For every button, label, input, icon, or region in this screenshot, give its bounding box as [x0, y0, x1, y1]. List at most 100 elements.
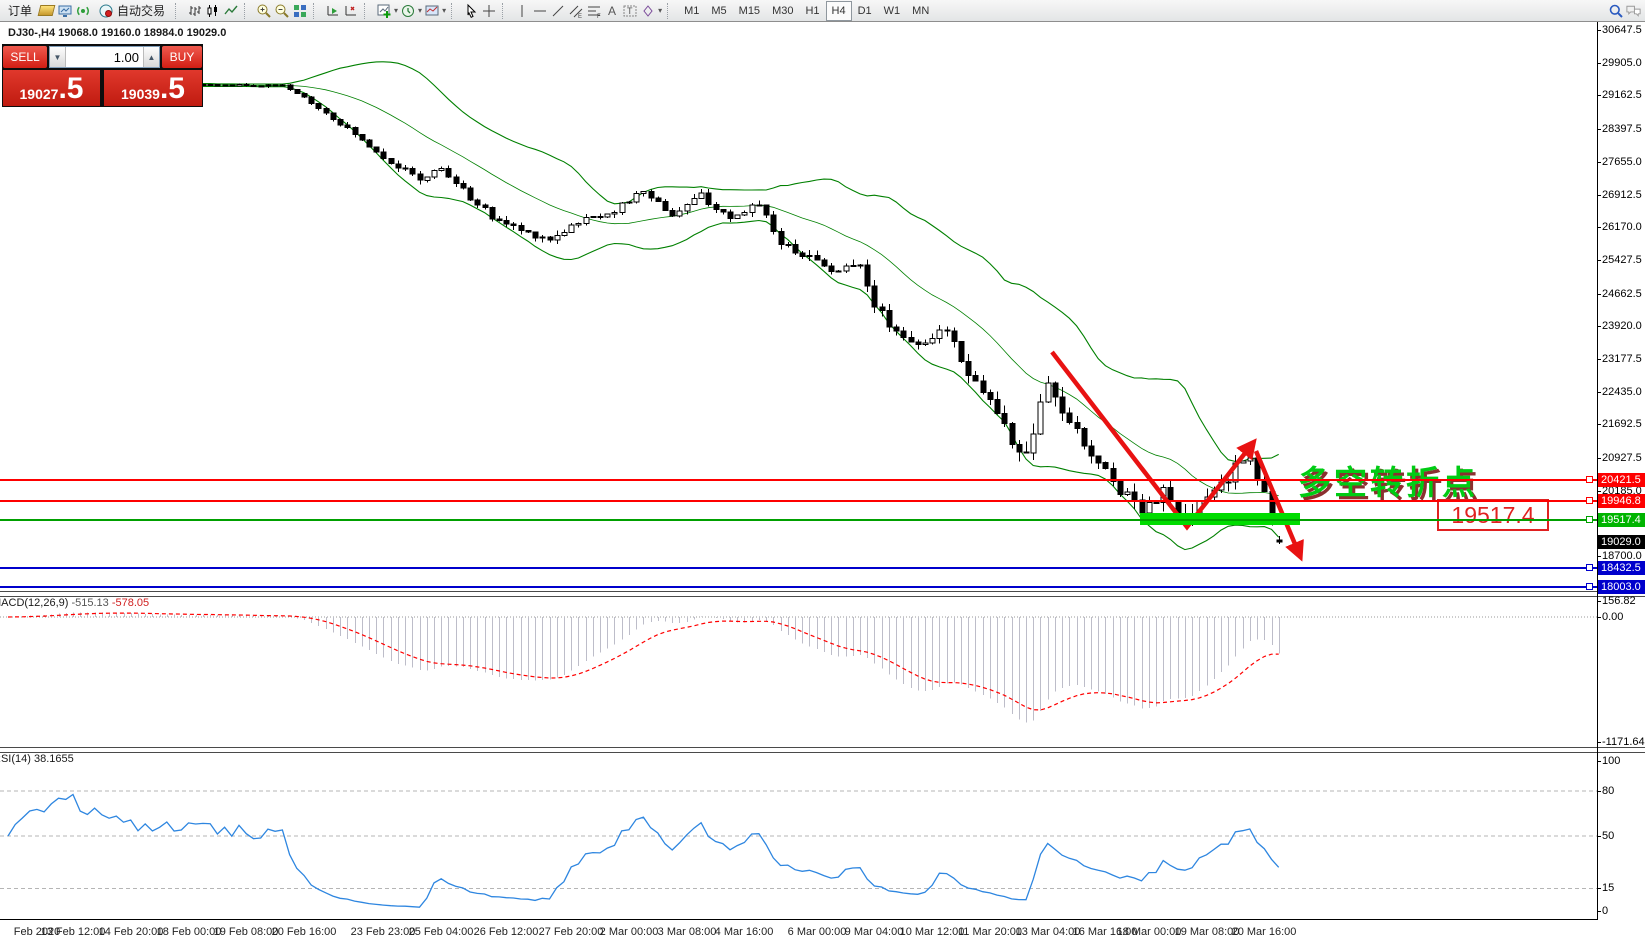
rsi-axis-label: 15: [1602, 882, 1614, 894]
text-icon[interactable]: A: [603, 2, 620, 19]
main-chart[interactable]: [0, 22, 1597, 591]
price-tag-19029.0[interactable]: 19029.0: [1598, 535, 1645, 549]
arrows-icon[interactable]: [639, 2, 656, 19]
horizontal-line-19946.8[interactable]: [0, 500, 1597, 502]
bollinger-bands: [8, 62, 1279, 550]
axis-tick-dash: [1597, 129, 1601, 130]
auto-scroll-icon[interactable]: [324, 2, 341, 19]
rsi-panel[interactable]: [0, 751, 1597, 919]
price-tag-18003.0[interactable]: 18003.0: [1598, 580, 1645, 594]
rsi-axis-label: 100: [1602, 755, 1620, 767]
volume-value[interactable]: 1.00: [66, 47, 143, 67]
sell-button[interactable]: SELL: [3, 46, 47, 68]
axis-tick-label: 30647.5: [1602, 24, 1642, 36]
time-label: 3 Mar 08:00: [658, 926, 717, 938]
macd-rsi-splitter[interactable]: [0, 747, 1645, 753]
autotrade-button[interactable]: 自动交易: [92, 1, 170, 21]
macd-value-1: -515.13: [71, 597, 108, 609]
rsi-name: RSI(14): [0, 753, 31, 765]
one-click-trading-panel: SELL ▼ 1.00 ▲ BUY 19027 .5 19039 .5: [2, 44, 203, 107]
horizontal-line-icon[interactable]: [531, 2, 548, 19]
autotrade-label: 自动交易: [117, 2, 165, 19]
sell-price-frac: .5: [58, 74, 83, 104]
search-icon[interactable]: [1607, 2, 1624, 19]
line-anchor-square[interactable]: [1586, 583, 1593, 590]
cursor-icon[interactable]: [462, 2, 479, 19]
horizontal-line-18432.5[interactable]: [0, 567, 1597, 569]
axis-tick-label: 29162.5: [1602, 89, 1642, 101]
bollinger-middle: [8, 85, 1279, 496]
macd-axis-dash: [1597, 601, 1601, 602]
rsi-axis-dash: [1597, 836, 1601, 837]
line-anchor-square[interactable]: [1586, 564, 1593, 571]
timeframe-w1[interactable]: W1: [878, 1, 907, 21]
signal-icon[interactable]: [74, 2, 91, 19]
text-label-icon[interactable]: T: [621, 2, 638, 19]
time-label: 27 Feb 20:00: [539, 926, 604, 938]
axis-tick-label: 21692.5: [1602, 418, 1642, 430]
timeframe-h4[interactable]: H4: [826, 1, 852, 21]
axis-tick-dash: [1597, 491, 1601, 492]
macd-signal-line: [8, 613, 1279, 710]
macd-axis-label: 156.82: [1602, 595, 1636, 607]
gold-icon[interactable]: [38, 2, 55, 19]
terminal-icon[interactable]: [56, 2, 73, 19]
buy-price-panel[interactable]: 19039 .5: [104, 70, 202, 106]
timeframe-m5[interactable]: M5: [705, 1, 732, 21]
timeframe-m30[interactable]: M30: [766, 1, 799, 21]
toolbar: 订单 自动交易 ▾ ▾ ▾ E F A T: [0, 0, 1645, 22]
timeframe-m1[interactable]: M1: [678, 1, 705, 21]
macd-histogram: [9, 612, 1280, 722]
line-anchor-square[interactable]: [1586, 516, 1593, 523]
zoom-in-icon[interactable]: [255, 2, 272, 19]
new-order-button[interactable]: 订单: [3, 1, 37, 21]
volume-up-button[interactable]: ▲: [143, 47, 159, 67]
macd-panel[interactable]: [0, 595, 1597, 747]
price-tag-20421.5[interactable]: 20421.5: [1598, 473, 1645, 487]
chat-icon[interactable]: [1625, 2, 1642, 19]
new-chart-caret-icon[interactable]: ▾: [394, 6, 398, 15]
sell-price-panel[interactable]: 19027 .5: [3, 70, 100, 106]
zoom-out-icon[interactable]: [273, 2, 290, 19]
timeframe-d1[interactable]: D1: [852, 1, 878, 21]
horizontal-line-20421.5[interactable]: [0, 479, 1597, 481]
candlestick-chart-icon[interactable]: [204, 2, 221, 19]
tile-windows-icon[interactable]: [291, 2, 308, 19]
vertical-line-icon[interactable]: [513, 2, 530, 19]
svg-text:F: F: [597, 14, 601, 19]
time-label: 19 Feb 08:00: [214, 926, 279, 938]
time-label: 19 Mar 08:00: [1175, 926, 1240, 938]
periods-icon[interactable]: [399, 2, 416, 19]
horizontal-line-19517.4[interactable]: [0, 519, 1597, 521]
buy-button[interactable]: BUY: [162, 46, 202, 68]
chart-shift-icon[interactable]: [342, 2, 359, 19]
chart-macd-splitter[interactable]: [0, 591, 1645, 597]
axis-tick-dash: [1597, 30, 1601, 31]
volume-down-button[interactable]: ▼: [50, 47, 66, 67]
price-callout-box[interactable]: 19517.4: [1437, 499, 1549, 531]
timeframe-m15[interactable]: M15: [733, 1, 766, 21]
new-chart-icon[interactable]: [375, 2, 392, 19]
toolbar-separator: [667, 3, 674, 19]
axis-tick-dash: [1597, 424, 1601, 425]
timeframe-h1[interactable]: H1: [799, 1, 825, 21]
time-label: 6 Mar 00:00: [788, 926, 847, 938]
timeframe-mn[interactable]: MN: [906, 1, 935, 21]
arrows-caret-icon[interactable]: ▾: [658, 6, 662, 15]
price-tag-19517.4[interactable]: 19517.4: [1598, 513, 1645, 527]
templates-icon[interactable]: [423, 2, 440, 19]
equidistant-channel-icon[interactable]: E: [567, 2, 584, 19]
crosshair-icon[interactable]: [480, 2, 497, 19]
templates-caret-icon[interactable]: ▾: [442, 6, 446, 15]
periods-caret-icon[interactable]: ▾: [418, 6, 422, 15]
price-tag-19946.8[interactable]: 19946.8: [1598, 494, 1645, 508]
price-tag-18432.5[interactable]: 18432.5: [1598, 561, 1645, 575]
line-anchor-square[interactable]: [1586, 497, 1593, 504]
line-chart-icon[interactable]: [222, 2, 239, 19]
bar-chart-icon[interactable]: [186, 2, 203, 19]
horizontal-line-18003[interactable]: [0, 586, 1597, 588]
trendline-icon[interactable]: [549, 2, 566, 19]
line-anchor-square[interactable]: [1586, 476, 1593, 483]
fibonacci-icon[interactable]: F: [585, 2, 602, 19]
svg-text:E: E: [578, 14, 582, 19]
